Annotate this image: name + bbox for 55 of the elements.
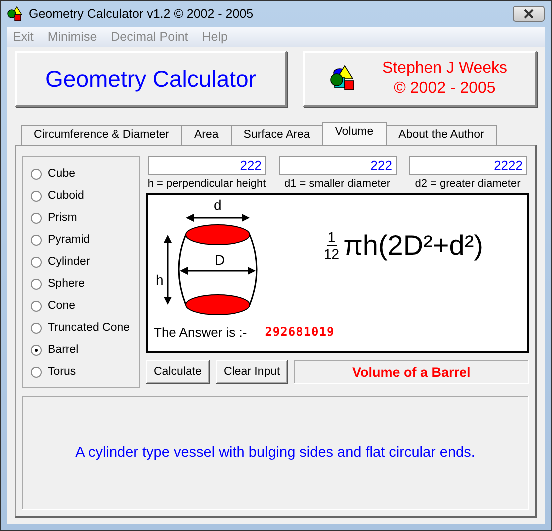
author-name: Stephen J Weeks (382, 59, 508, 79)
radio-button[interactable] (31, 300, 42, 312)
shape-radio[interactable]: Prism (31, 207, 139, 229)
field-caption: d2 = greater diameter (415, 178, 521, 190)
radio-label: Barrel (48, 344, 79, 356)
radio-button[interactable] (31, 344, 42, 356)
shape-radio[interactable]: Torus (31, 361, 139, 383)
tab[interactable]: Circumference & Diameter (21, 125, 182, 145)
copyright-text: © 2002 - 2005 (394, 79, 496, 99)
radio-button[interactable] (31, 256, 42, 268)
field-caption: h = perpendicular height (148, 178, 266, 190)
clear-button[interactable]: Clear Input (216, 360, 288, 384)
radio-label: Pyramid (48, 234, 90, 246)
answer-value: 292681019 (265, 325, 335, 340)
close-icon (523, 9, 535, 19)
tab[interactable]: Volume (322, 122, 387, 145)
result-title: Volume of a Barrel (294, 360, 529, 384)
shapes-icon (7, 6, 23, 22)
radio-label: Cylinder (48, 256, 90, 268)
input-field[interactable]: 2222 (409, 156, 527, 175)
radio-button[interactable] (31, 234, 42, 246)
radio-label: Prism (48, 212, 78, 224)
radio-button[interactable] (31, 212, 42, 224)
shape-radio[interactable]: Sphere (31, 273, 139, 295)
calculate-button[interactable]: Calculate (146, 360, 210, 384)
radio-button[interactable] (31, 278, 42, 290)
shape-radio[interactable]: Cone (31, 295, 139, 317)
radio-button[interactable] (31, 366, 42, 378)
radio-button[interactable] (31, 190, 42, 202)
diameter-label: d (214, 198, 222, 212)
radio-label: Torus (48, 366, 76, 378)
diameter-label: D (215, 253, 226, 267)
shape-radio[interactable]: Cube (31, 163, 139, 185)
answer-label: The Answer is :- (154, 325, 248, 340)
radio-label: Cone (48, 300, 76, 312)
input-field[interactable]: 222 (278, 156, 396, 175)
radio-label: Truncated Cone (48, 322, 130, 334)
radio-label: Cube (48, 168, 76, 180)
shape-radio[interactable]: Cylinder (31, 251, 139, 273)
height-label: h (156, 273, 164, 287)
input-field[interactable]: 222 (148, 156, 266, 175)
app-title: Geometry Calculator (46, 66, 256, 92)
shape-radio[interactable]: Pyramid (31, 229, 139, 251)
radio-label: Sphere (48, 278, 86, 290)
tab[interactable]: About the Author (386, 125, 498, 145)
close-button[interactable] (513, 6, 545, 22)
shape-radio[interactable]: Barrel (31, 339, 139, 361)
window-title: Geometry Calculator v1.2 © 2002 - 2005 (29, 7, 254, 21)
field-caption: d1 = smaller diameter (284, 178, 391, 190)
radio-label: Cuboid (48, 190, 84, 202)
shape-radio[interactable]: Truncated Cone (31, 317, 139, 339)
radio-button[interactable] (31, 168, 42, 180)
description-text: A cylinder type vessel with bulging sides and flat circular ends. (76, 445, 476, 461)
radio-button[interactable] (31, 322, 42, 334)
shape-radio[interactable]: Cuboid (31, 185, 139, 207)
